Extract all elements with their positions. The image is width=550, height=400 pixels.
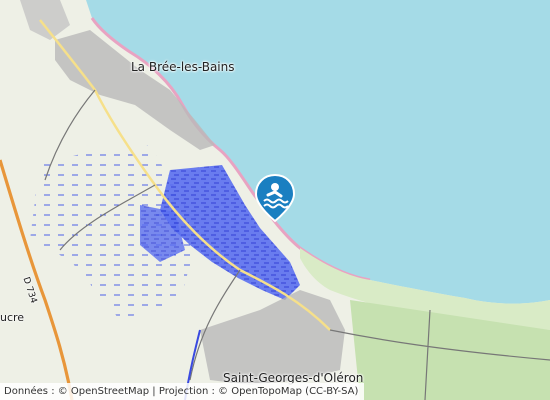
swimming-beach-marker[interactable] bbox=[254, 173, 296, 223]
map-view[interactable]: La Brée-les-Bains Saint-Georges-d'Oléron… bbox=[0, 0, 550, 400]
map-attribution: Données : © OpenStreetMap | Projection :… bbox=[0, 383, 365, 400]
place-label-la-bree: La Brée-les-Bains bbox=[131, 60, 235, 74]
place-label-partial: ucre bbox=[0, 311, 25, 324]
swimming-beach-icon bbox=[254, 173, 296, 223]
